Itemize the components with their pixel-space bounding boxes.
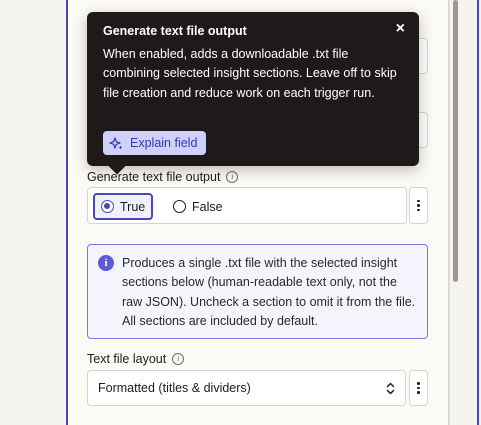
radio-option-false-label: False xyxy=(192,199,223,214)
radio-selected-icon xyxy=(101,200,114,213)
generate-text-file-label: Generate text file output i xyxy=(87,170,239,184)
radio-option-true[interactable]: True xyxy=(93,193,154,220)
radio-option-true-label: True xyxy=(120,199,146,214)
kebab-icon xyxy=(417,199,420,212)
outer-focus-line xyxy=(477,0,479,425)
explain-field-label: Explain field xyxy=(130,136,198,150)
left-gutter xyxy=(0,0,66,425)
info-notice: i Produces a single .txt file with the s… xyxy=(87,244,428,339)
generate-text-file-label-text: Generate text file output xyxy=(87,170,221,184)
text-file-layout-value: Formatted (titles & dividers) xyxy=(98,381,251,395)
text-file-layout-select[interactable]: Formatted (titles & dividers) xyxy=(87,370,406,406)
tooltip-body: When enabled, adds a downloadable .txt f… xyxy=(103,47,397,100)
info-icon[interactable]: i xyxy=(172,353,185,365)
close-icon[interactable]: × xyxy=(396,21,405,37)
generate-text-file-radio-group: True False xyxy=(87,187,407,224)
scrollbar-thumb[interactable] xyxy=(453,0,458,282)
chevron-updown-icon xyxy=(386,382,395,395)
text-file-layout-label: Text file layout i xyxy=(87,352,185,366)
text-file-layout-more-button[interactable] xyxy=(409,370,428,406)
info-notice-text: Produces a single .txt file with the sel… xyxy=(122,256,416,328)
text-file-layout-label-text: Text file layout xyxy=(87,352,167,366)
tooltip-title: Generate text file output xyxy=(103,24,247,38)
sparkle-icon xyxy=(109,136,123,149)
field-help-tooltip: Generate text file output × When enabled… xyxy=(87,12,419,166)
generate-text-file-more-button[interactable] xyxy=(409,187,428,224)
kebab-icon xyxy=(417,382,420,394)
info-icon[interactable]: i xyxy=(226,171,239,183)
radio-unselected-icon xyxy=(173,200,186,213)
explain-field-button[interactable]: Explain field xyxy=(103,131,207,155)
info-circle-icon: i xyxy=(98,255,114,271)
radio-option-false[interactable]: False xyxy=(167,193,229,220)
